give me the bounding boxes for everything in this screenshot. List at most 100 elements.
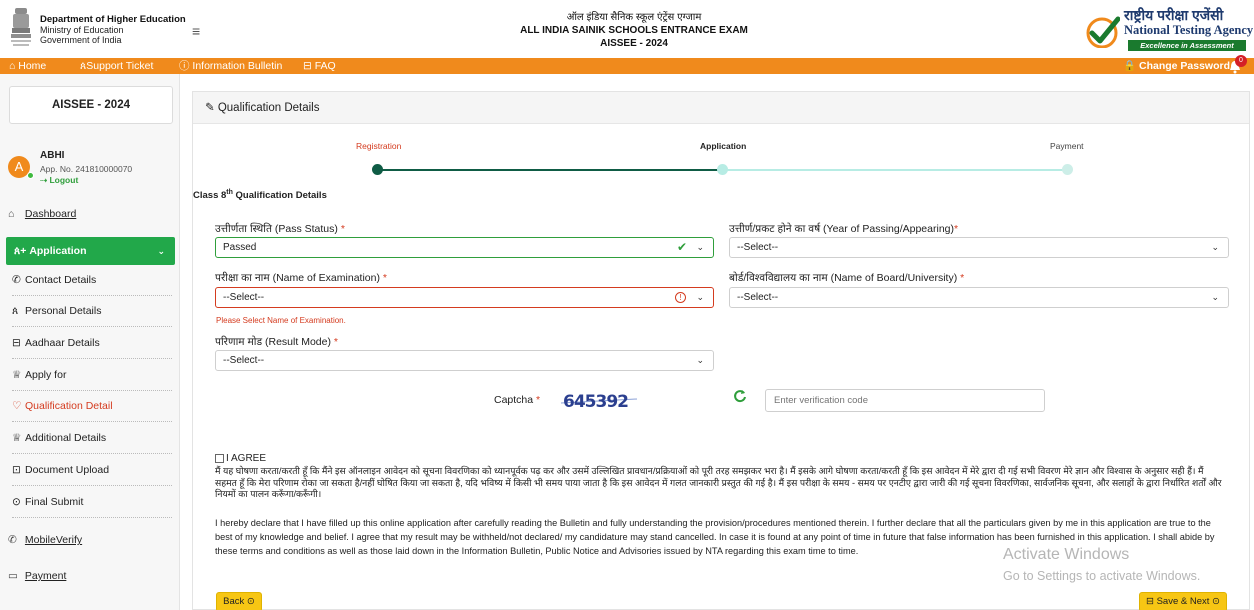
- sidebar-sub-label: Document Upload: [25, 464, 110, 476]
- exam-name-label: परीक्षा का नाम (Name of Examination) *: [215, 271, 387, 285]
- nta-tick-icon: [1086, 16, 1120, 48]
- refresh-icon[interactable]: [733, 389, 747, 403]
- check-circle-icon: ⊙: [12, 496, 21, 508]
- application-number: App. No. 241810000070: [40, 164, 133, 174]
- pass-status-select[interactable]: Passed ✔ ⌄: [215, 237, 714, 258]
- sidebar-sub-contact-details[interactable]: ✆ Contact Details: [12, 265, 172, 296]
- chevron-down-icon: ⌄: [1211, 242, 1219, 252]
- top-header: Department of Higher Education Ministry …: [0, 0, 1254, 58]
- sidebar-item-label: MobileVerify: [24, 534, 83, 546]
- sidebar-item-payment[interactable]: ▭ Payment: [8, 570, 173, 582]
- chevron-down-icon: ⌄: [1211, 292, 1219, 302]
- activate-windows-subtext: Go to Settings to activate Windows.: [1003, 569, 1201, 583]
- id-card-icon: ⊟: [12, 337, 21, 349]
- board-name-select[interactable]: --Select-- ⌄: [729, 287, 1229, 308]
- captcha-input[interactable]: [765, 389, 1045, 412]
- sidebar-item-dashboard[interactable]: ⌂ Dashboard: [8, 208, 173, 220]
- activate-windows-watermark: Activate Windows: [1003, 546, 1130, 563]
- edit-icon: ✎: [205, 102, 215, 114]
- label-text: उत्तीर्णता स्थिति (Pass Status): [215, 223, 341, 235]
- pass-status-label: उत्तीर्णता स्थिति (Pass Status) *: [215, 222, 345, 236]
- sidebar-sub-label: Additional Details: [25, 432, 107, 444]
- sidebar-item-label: Application: [29, 245, 87, 257]
- trophy-icon: ♕: [12, 369, 22, 381]
- sidebar: AISSEE - 2024 A ABHI App. No. 2418100000…: [0, 74, 180, 610]
- sidebar-sub-apply-for[interactable]: ♕ Apply for: [12, 360, 172, 391]
- progress-stepper: Registration Application Payment: [193, 132, 1249, 182]
- home-icon: ⌂: [8, 208, 15, 220]
- captcha-text: 645392: [563, 392, 628, 412]
- sidebar-exam-title: AISSEE - 2024: [9, 86, 173, 124]
- step-connector-pending: [724, 169, 1064, 171]
- sidebar-item-label: Dashboard: [24, 208, 77, 220]
- government-name: Government of India: [40, 35, 122, 45]
- nav-faq[interactable]: ⊟ FAQ: [303, 59, 336, 73]
- exam-title-hindi: ऑल इंडिया सैनिक स्कूल एंट्रेंस एग्जाम: [566, 12, 702, 23]
- exam-title-english: ALL INDIA SAINIK SCHOOLS ENTRANCE EXAM: [520, 25, 748, 36]
- label-text: बोर्ड/विश्वविद्यालय का नाम (Name of Boar…: [729, 272, 961, 284]
- save-next-button[interactable]: ⊟ Save & Next ⊙: [1139, 592, 1227, 610]
- section-title: Class 8th Qualification Details: [193, 189, 327, 201]
- nav-support-ticket[interactable]: ጰSupport Ticket: [80, 59, 153, 73]
- qualification-icon: ♡: [12, 400, 22, 412]
- label-text: Captcha: [494, 394, 537, 406]
- logout-link[interactable]: ⇢ Logout: [40, 175, 78, 186]
- back-button[interactable]: Back ⊙: [216, 592, 262, 610]
- select-value: --Select--: [737, 242, 779, 253]
- nav-home[interactable]: ⌂ Home: [9, 59, 46, 73]
- exam-code: AISSEE - 2024: [600, 38, 668, 49]
- result-mode-select[interactable]: --Select-- ⌄: [215, 350, 714, 371]
- nav-change-password[interactable]: 🔒 Change Password: [1123, 59, 1230, 73]
- agree-label: I AGREE: [226, 453, 267, 464]
- step-label-application: Application: [700, 141, 747, 151]
- step-dot-registration: [372, 164, 383, 175]
- required-mark: *: [333, 336, 338, 348]
- online-status-dot: [27, 172, 34, 179]
- sidebar-sub-personal-details[interactable]: ጰ Personal Details: [12, 296, 172, 327]
- select-value: --Select--: [223, 292, 265, 303]
- nta-logo: राष्ट्रीय परीक्षा एजेंसी National Testin…: [1086, 6, 1253, 56]
- phone-icon: ✆: [8, 534, 17, 546]
- step-dot-application: [717, 164, 728, 175]
- required-mark: *: [960, 272, 965, 284]
- sidebar-sub-qualification-detail[interactable]: ♡ Qualification Detail: [12, 391, 172, 422]
- agree-checkbox[interactable]: [215, 454, 224, 463]
- required-mark: *: [382, 272, 387, 284]
- sidebar-sub-final-submit[interactable]: ⊙ Final Submit: [12, 487, 172, 518]
- select-value: --Select--: [223, 355, 265, 366]
- hamburger-icon[interactable]: ≡: [192, 24, 200, 38]
- exam-name-select[interactable]: --Select-- ! ⌄: [215, 287, 714, 308]
- year-of-passing-label: उत्तीर्ण/प्रकट होने का वर्ष (Year of Pas…: [729, 222, 958, 236]
- qualification-card: ✎ Qualification Details Registration App…: [192, 91, 1250, 610]
- sidebar-sub-label: Contact Details: [25, 274, 97, 286]
- card-title: Qualification Details: [217, 102, 320, 114]
- sidebar-item-mobile-verify[interactable]: ✆ MobileVerify: [8, 534, 173, 546]
- chevron-down-icon: ⌄: [157, 246, 165, 256]
- label-text: परीक्षा का नाम (Name of Examination): [215, 272, 383, 284]
- nta-name-english: National Testing Agency: [1124, 23, 1254, 37]
- user-name: ABHI: [40, 150, 65, 161]
- exam-title-block: ऑल इंडिया सैनिक स्कूल एंट्रेंस एग्जाम AL…: [434, 11, 834, 50]
- nav-information-bulletin[interactable]: ⓘ Information Bulletin: [179, 59, 282, 73]
- ministry-name: Ministry of Education: [40, 25, 124, 35]
- captcha-label: Captcha *: [494, 394, 540, 406]
- main-content: ✎ Qualification Details Registration App…: [192, 86, 1254, 610]
- sidebar-sub-aadhaar-details[interactable]: ⊟ Aadhaar Details: [12, 328, 172, 359]
- person-icon: ጰ: [12, 305, 19, 317]
- top-nav-bar: ⌂ Home ጰSupport Ticket ⓘ Information Bul…: [0, 55, 1254, 74]
- board-name-label: बोर्ड/विश्वविद्यालय का नाम (Name of Boar…: [729, 271, 964, 285]
- sidebar-sub-label: Aadhaar Details: [25, 337, 100, 349]
- sidebar-item-application[interactable]: ጰ+ Application ⌄: [6, 237, 175, 265]
- label-text: परिणाम मोड (Result Mode): [215, 336, 334, 348]
- year-of-passing-select[interactable]: --Select-- ⌄: [729, 237, 1229, 258]
- chevron-down-icon: ⌄: [696, 355, 704, 365]
- credit-card-icon: ▭: [8, 570, 18, 582]
- sidebar-sub-document-upload[interactable]: ⊡ Document Upload: [12, 455, 172, 486]
- phone-icon: ✆: [12, 274, 21, 286]
- required-mark: *: [340, 223, 345, 235]
- chevron-down-icon: ⌄: [696, 242, 704, 252]
- trophy-icon: ♕: [12, 432, 22, 444]
- sidebar-sub-additional-details[interactable]: ♕ Additional Details: [12, 423, 172, 454]
- section-title-text-rest: Qualification Details: [232, 190, 327, 202]
- select-value: Passed: [223, 242, 257, 253]
